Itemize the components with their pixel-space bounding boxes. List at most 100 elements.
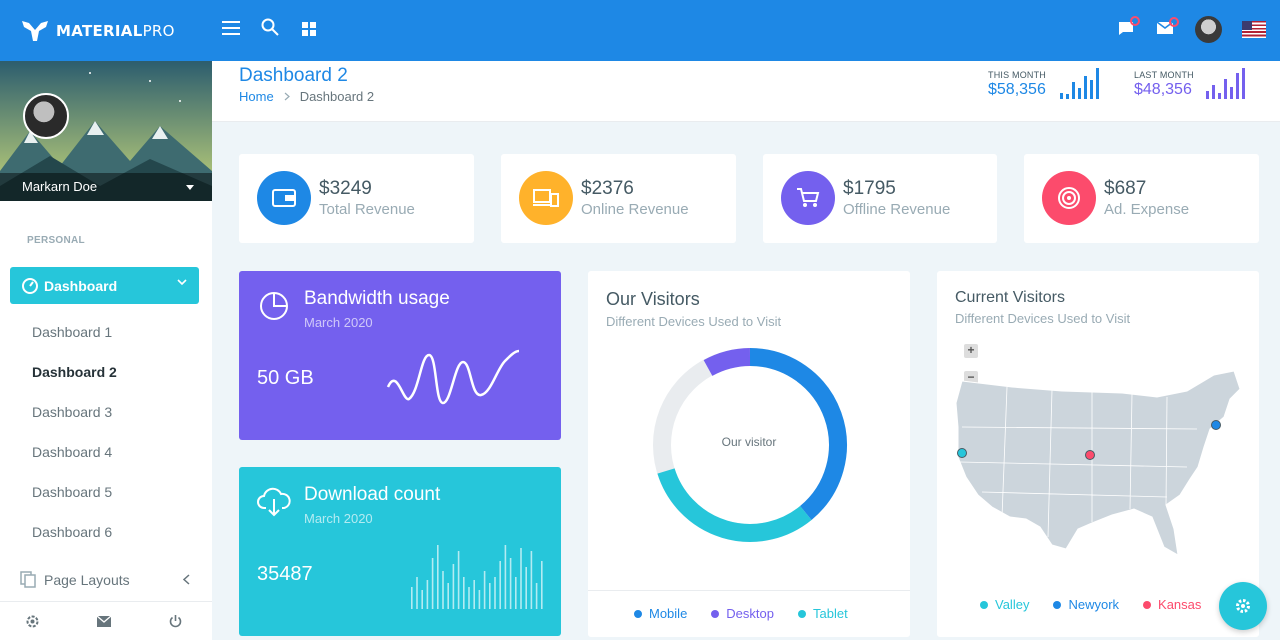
flag-us-icon[interactable] <box>1242 21 1266 38</box>
download-bar <box>411 587 413 609</box>
map-marker-valley[interactable] <box>957 448 967 458</box>
sidebar-item-dashboard[interactable]: Dashboard <box>10 267 199 304</box>
download-bar <box>515 577 517 609</box>
logo-icon <box>22 21 48 41</box>
download-bars <box>411 545 543 609</box>
sparkbar <box>1078 88 1081 99</box>
usa-map[interactable] <box>952 367 1247 567</box>
caret-down-icon[interactable] <box>186 185 194 190</box>
bandwidth-title: Bandwidth usage <box>304 288 450 309</box>
donut-segment-desktop[interactable] <box>703 348 751 377</box>
sparkbar <box>1066 94 1069 99</box>
target-icon <box>1042 171 1096 225</box>
bandwidth-value: 50 GB <box>257 367 314 389</box>
download-value: 35487 <box>257 563 313 585</box>
gauge-icon <box>22 277 38 294</box>
sidebar-footer <box>0 601 212 640</box>
download-bar <box>447 583 449 609</box>
profile-name[interactable]: Markarn Doe <box>0 173 212 201</box>
kpi-card-online-revenue: $2376 Online Revenue <box>501 154 736 243</box>
notification-badge <box>1169 17 1179 27</box>
notification-badge <box>1130 16 1140 26</box>
kpi-label: Ad. Expense <box>1104 201 1190 218</box>
breadcrumb-home-link[interactable]: Home <box>239 89 274 104</box>
last-month-value: $48,356 <box>1134 81 1192 98</box>
kpi-card-ad-expense: $687 Ad. Expense <box>1024 154 1259 243</box>
settings-fab-button[interactable] <box>1219 582 1267 630</box>
map-marker-newyork[interactable] <box>1211 420 1221 430</box>
message-icon[interactable] <box>1118 16 1140 36</box>
map-marker-kansas[interactable] <box>1085 450 1095 460</box>
last-month-sparkbars <box>1206 68 1245 99</box>
sidebar-subitem[interactable]: Dashboard 4 <box>32 444 112 460</box>
logo[interactable]: MATERIALPRO <box>22 19 175 43</box>
copy-icon <box>20 571 36 588</box>
this-month-value: $58,356 <box>988 81 1046 98</box>
download-bar <box>509 558 512 609</box>
current-visitors-subtitle: Different Devices Used to Visit <box>955 311 1131 326</box>
search-icon[interactable] <box>261 18 279 36</box>
legend-item-desktop: Desktop <box>711 606 774 621</box>
sidebar-item-page-layouts[interactable]: Page Layouts <box>20 571 190 588</box>
sparkbar <box>1212 85 1215 99</box>
current-visitors-card: Current Visitors Different Devices Used … <box>937 271 1259 637</box>
mail-icon[interactable] <box>97 616 111 627</box>
nav-section-caption: PERSONAL <box>27 235 85 246</box>
zoom-in-button[interactable]: + <box>964 344 978 358</box>
this-month-stat: THIS MONTH $58,356 <box>988 68 1099 99</box>
this-month-sparkbars <box>1060 68 1099 99</box>
download-bar <box>457 551 460 609</box>
sparkbar <box>1206 91 1209 99</box>
sparkbar <box>1060 93 1063 99</box>
download-bar <box>426 580 429 609</box>
cart-icon <box>781 171 835 225</box>
pie-chart-icon <box>260 292 288 320</box>
download-bar <box>483 571 486 609</box>
sidebar-subitem[interactable]: Dashboard 3 <box>32 404 112 420</box>
download-title: Download count <box>304 484 441 505</box>
download-bar <box>494 577 496 609</box>
settings-icon[interactable] <box>25 614 40 629</box>
bandwidth-sparkline <box>386 349 520 405</box>
user-avatar[interactable] <box>1195 16 1222 43</box>
bandwidth-subtitle: March 2020 <box>304 315 373 330</box>
gear-icon <box>1236 599 1250 613</box>
chevron-down-icon <box>177 279 187 286</box>
sparkbar <box>1236 73 1239 99</box>
download-bar <box>489 583 491 609</box>
breadcrumb-current: Dashboard 2 <box>299 89 375 104</box>
kpi-label: Online Revenue <box>581 201 689 218</box>
mail-icon[interactable] <box>1157 17 1179 34</box>
download-bar <box>530 551 533 609</box>
sidebar-subitem[interactable]: Dashboard 5 <box>32 484 112 500</box>
page-title: Dashboard 2 <box>239 65 348 86</box>
kpi-label: Total Revenue <box>319 201 415 218</box>
download-bar <box>520 548 522 609</box>
download-bar <box>463 577 465 609</box>
kpi-value: $3249 <box>319 178 372 199</box>
last-month-label: LAST MONTH <box>1134 70 1194 80</box>
download-bar <box>442 571 444 609</box>
sidebar-item-label: Dashboard <box>44 277 118 294</box>
logo-text: MATERIALPRO <box>56 22 175 40</box>
sidebar-item-label: Page Layouts <box>44 571 130 588</box>
kpi-value: $1795 <box>843 178 896 199</box>
profile-avatar[interactable] <box>23 93 69 139</box>
legend-item-valley: Valley <box>980 597 1029 612</box>
sidebar-subitem[interactable]: Dashboard 2 <box>32 364 117 380</box>
power-icon[interactable] <box>169 614 182 628</box>
download-bar <box>478 590 481 609</box>
visitors-title: Our Visitors <box>606 289 700 309</box>
sidebar-subitem[interactable]: Dashboard 6 <box>32 524 112 540</box>
cloud-download-icon <box>257 487 291 517</box>
menu-icon[interactable] <box>222 21 240 35</box>
download-bar <box>541 561 543 609</box>
sidebar: Markarn Doe PERSONAL Dashboard Dashboard… <box>0 61 212 640</box>
sparkbar <box>1090 80 1093 99</box>
breadcrumb: Home Dashboard 2 <box>239 89 374 104</box>
kpi-label: Offline Revenue <box>843 201 951 218</box>
download-bar <box>504 545 507 609</box>
grid-icon[interactable] <box>302 22 316 36</box>
donut-segment-tablet[interactable] <box>657 468 812 542</box>
sidebar-subitem[interactable]: Dashboard 1 <box>32 324 112 340</box>
